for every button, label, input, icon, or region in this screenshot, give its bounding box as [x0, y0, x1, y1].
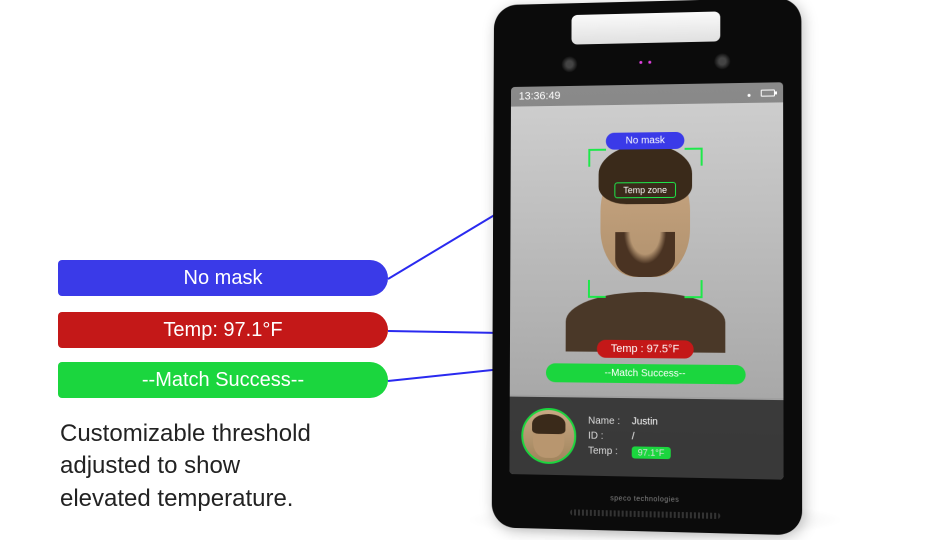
caption-text: Customizable threshold adjusted to show … [60, 418, 311, 515]
camera-feed: No mask Temp zone Temp : 97.5°F --Match … [510, 102, 784, 398]
clock-text: 13:36:49 [519, 90, 561, 102]
avatar [521, 408, 576, 465]
annotation-label-match: --Match Success-- [58, 362, 388, 398]
match-info-panel: Name : Justin ID : / Temp : 97.1°F [509, 397, 783, 480]
caption-line: Customizable threshold [60, 420, 311, 447]
battery-icon [761, 89, 775, 96]
led-indicators [639, 61, 651, 64]
caption-line: adjusted to show [60, 452, 240, 479]
info-value: Justin [632, 416, 658, 427]
info-label: Temp : [588, 446, 626, 459]
badge-tempzone: Temp zone [614, 182, 676, 198]
thermal-scanner-device: 13:36:49 No mask Temp zone Temp : 97.5°F… [492, 0, 802, 535]
face-detection-bracket [588, 148, 703, 299]
camera-lens-icon [562, 56, 578, 72]
annotation-label-nomask: No mask [58, 260, 388, 296]
wifi-icon [745, 89, 755, 97]
speaker-grill [570, 509, 720, 519]
badge-match: --Match Success-- [546, 363, 746, 384]
badge-nomask: No mask [606, 132, 685, 150]
device-screen[interactable]: 13:36:49 No mask Temp zone Temp : 97.5°F… [509, 82, 783, 479]
temp-chip: 97.1°F [632, 446, 671, 459]
caption-line: elevated temperature. [60, 485, 293, 512]
brand-text: speco technologies [610, 495, 679, 504]
camera-lens-icon [714, 53, 730, 69]
info-row-id: ID : / [588, 431, 670, 443]
info-row-temp: Temp : 97.1°F [588, 446, 670, 460]
info-label: ID : [588, 431, 626, 443]
badge-temp: Temp : 97.5°F [597, 340, 693, 359]
info-row-name: Name : Justin [588, 416, 670, 428]
thermal-sensor-module [571, 11, 720, 44]
annotation-label-temp: Temp: 97.1°F [58, 312, 388, 348]
info-label: Name : [588, 416, 626, 428]
info-value: / [632, 431, 635, 442]
